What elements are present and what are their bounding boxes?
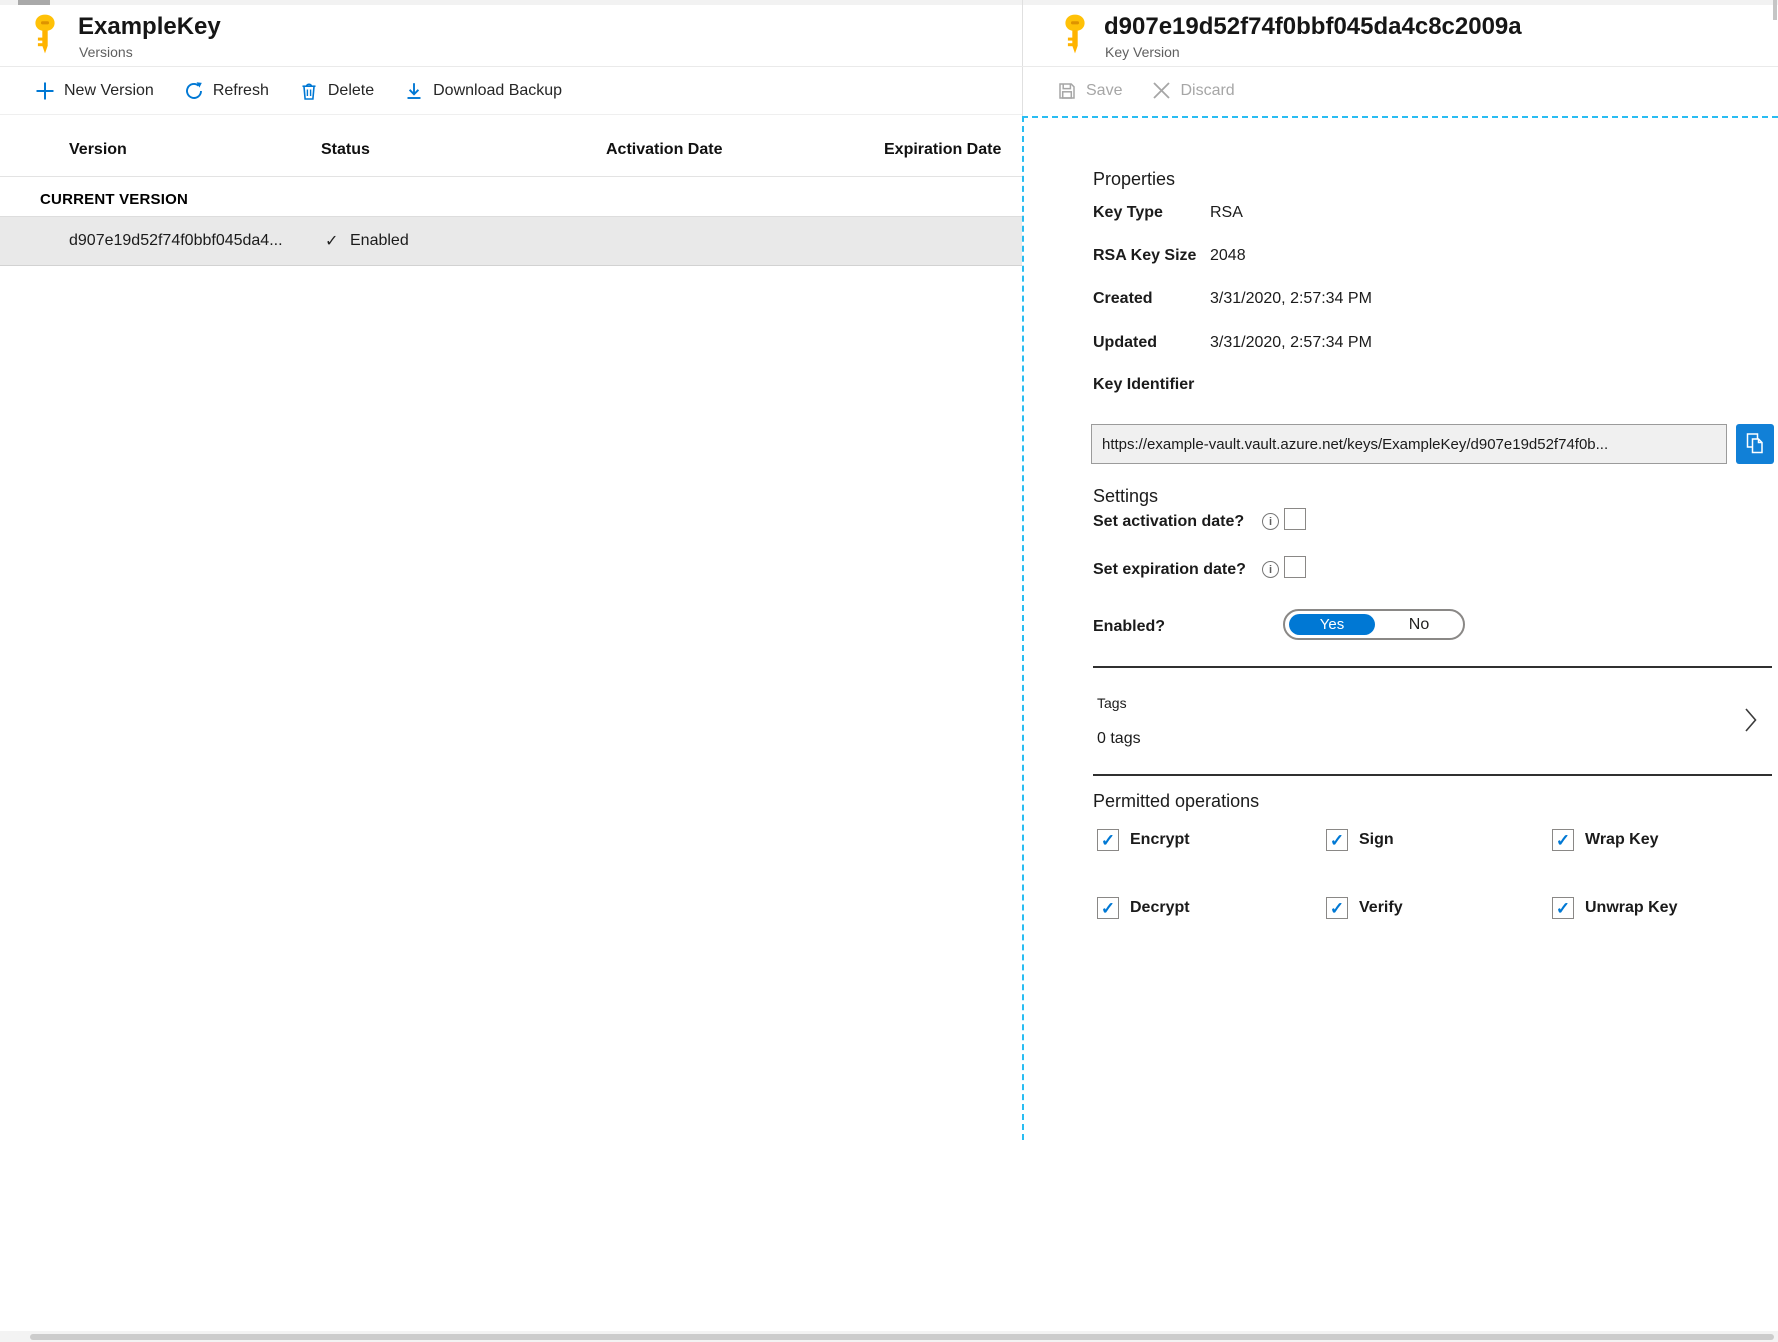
- checkbox-checked: ✓: [1326, 829, 1348, 851]
- status-cell: Enabled: [350, 232, 409, 250]
- column-header-expiration-date: Expiration Date: [884, 141, 1001, 159]
- expiration-date-checkbox[interactable]: [1284, 556, 1306, 578]
- download-backup-button[interactable]: Download Backup: [404, 81, 562, 101]
- settings-section-title: Settings: [1093, 486, 1158, 507]
- key-identifier-label: Key Identifier: [1093, 376, 1194, 394]
- key-version-toolbar: Save Discard: [1022, 67, 1778, 114]
- save-button[interactable]: Save: [1057, 81, 1122, 101]
- property-value: 3/31/2020, 2:57:34 PM: [1210, 290, 1372, 308]
- copy-button[interactable]: [1736, 424, 1774, 464]
- tags-section[interactable]: Tags 0 tags: [1093, 666, 1772, 776]
- copy-icon: [1743, 431, 1767, 457]
- property-label: Created: [1093, 290, 1153, 308]
- property-label: Key Type: [1093, 204, 1163, 222]
- info-icon[interactable]: i: [1262, 561, 1279, 578]
- discard-button[interactable]: Discard: [1152, 81, 1234, 100]
- refresh-button[interactable]: Refresh: [184, 81, 269, 101]
- permitted-operation-verify[interactable]: ✓ Verify: [1326, 897, 1552, 919]
- permitted-operation-encrypt[interactable]: ✓ Encrypt: [1097, 829, 1326, 851]
- check-icon: ✓: [325, 231, 338, 251]
- page-subtitle: Versions: [79, 44, 133, 60]
- permitted-operations-section-title: Permitted operations: [1093, 791, 1259, 812]
- properties-section-title: Properties: [1093, 169, 1175, 190]
- toolbar-button-label: New Version: [64, 82, 154, 100]
- permitted-operation-unwrap-key[interactable]: ✓ Unwrap Key: [1552, 897, 1778, 919]
- property-value: RSA: [1210, 204, 1243, 222]
- plus-icon: [35, 81, 55, 101]
- new-version-button[interactable]: New Version: [35, 81, 154, 101]
- save-icon: [1057, 81, 1077, 101]
- checkbox-checked: ✓: [1552, 897, 1574, 919]
- check-icon: ✓: [1330, 832, 1344, 849]
- checkbox-checked: ✓: [1097, 897, 1119, 919]
- permitted-operation-decrypt[interactable]: ✓ Decrypt: [1097, 897, 1326, 919]
- versions-panel: ExampleKey Versions New Version Refresh …: [0, 0, 1022, 1342]
- check-icon: ✓: [1556, 832, 1570, 849]
- info-glyph: i: [1269, 516, 1272, 528]
- toggle-option-no[interactable]: No: [1377, 611, 1461, 638]
- tags-count: 0 tags: [1097, 730, 1141, 748]
- toolbar-button-label: Discard: [1180, 82, 1234, 100]
- checkbox-checked: ✓: [1552, 829, 1574, 851]
- tags-label: Tags: [1097, 695, 1127, 711]
- check-icon: ✓: [1330, 900, 1344, 917]
- column-header-version: Version: [69, 141, 127, 159]
- version-cell: d907e19d52f74f0bbf045da4...: [69, 232, 283, 250]
- property-label: Updated: [1093, 334, 1157, 352]
- toolbar-button-label: Download Backup: [433, 82, 562, 100]
- key-version-panel: d907e19d52f74f0bbf045da4c8c2009a Key Ver…: [1022, 0, 1778, 1342]
- versions-table-header: Version Status Activation Date Expiratio…: [0, 130, 1022, 177]
- download-icon: [404, 81, 424, 101]
- enabled-label: Enabled?: [1093, 618, 1165, 636]
- chevron-right-icon: [1744, 706, 1758, 734]
- set-expiration-date-label: Set expiration date?: [1093, 561, 1246, 579]
- toolbar-button-label: Save: [1086, 82, 1122, 100]
- key-version-title: d907e19d52f74f0bbf045da4c8c2009a: [1104, 13, 1522, 41]
- column-header-status: Status: [321, 141, 370, 159]
- property-value: 3/31/2020, 2:57:34 PM: [1210, 334, 1372, 352]
- table-row[interactable]: d907e19d52f74f0bbf045da4... ✓ Enabled: [0, 216, 1022, 266]
- close-icon: [1152, 81, 1171, 100]
- key-icon: [33, 14, 57, 54]
- toolbar-button-label: Refresh: [213, 82, 269, 100]
- versions-toolbar: New Version Refresh Delete Do: [0, 67, 1022, 115]
- page-title: ExampleKey: [78, 13, 221, 41]
- toolbar-button-label: Delete: [328, 82, 374, 100]
- key-version-subtitle: Key Version: [1105, 44, 1180, 60]
- delete-button[interactable]: Delete: [299, 81, 374, 101]
- toggle-option-yes[interactable]: Yes: [1289, 614, 1375, 635]
- check-icon: ✓: [1556, 900, 1570, 917]
- key-icon: [1063, 14, 1087, 54]
- property-value: 2048: [1210, 247, 1246, 265]
- check-icon: ✓: [1101, 832, 1115, 849]
- permitted-operation-sign[interactable]: ✓ Sign: [1326, 829, 1552, 851]
- check-icon: ✓: [1101, 900, 1115, 917]
- trash-icon: [299, 81, 319, 101]
- column-header-activation-date: Activation Date: [606, 141, 722, 159]
- refresh-icon: [184, 81, 204, 101]
- checkbox-checked: ✓: [1097, 829, 1119, 851]
- key-identifier-input[interactable]: [1091, 424, 1727, 464]
- set-activation-date-label: Set activation date?: [1093, 513, 1244, 531]
- key-version-header: d907e19d52f74f0bbf045da4c8c2009a Key Ver…: [1022, 0, 1778, 67]
- property-label: RSA Key Size: [1093, 247, 1196, 265]
- activation-date-checkbox[interactable]: [1284, 508, 1306, 530]
- permitted-operations-grid: ✓ Encrypt ✓ Sign ✓ Wrap Key ✓ Decrypt ✓ …: [1097, 829, 1778, 919]
- info-glyph: i: [1269, 564, 1272, 576]
- enabled-toggle[interactable]: Yes No: [1283, 609, 1465, 640]
- current-version-group-label: CURRENT VERSION: [40, 191, 188, 208]
- versions-panel-header: ExampleKey Versions: [0, 0, 1022, 67]
- checkbox-checked: ✓: [1326, 897, 1348, 919]
- info-icon[interactable]: i: [1262, 513, 1279, 530]
- permitted-operation-wrap-key[interactable]: ✓ Wrap Key: [1552, 829, 1778, 851]
